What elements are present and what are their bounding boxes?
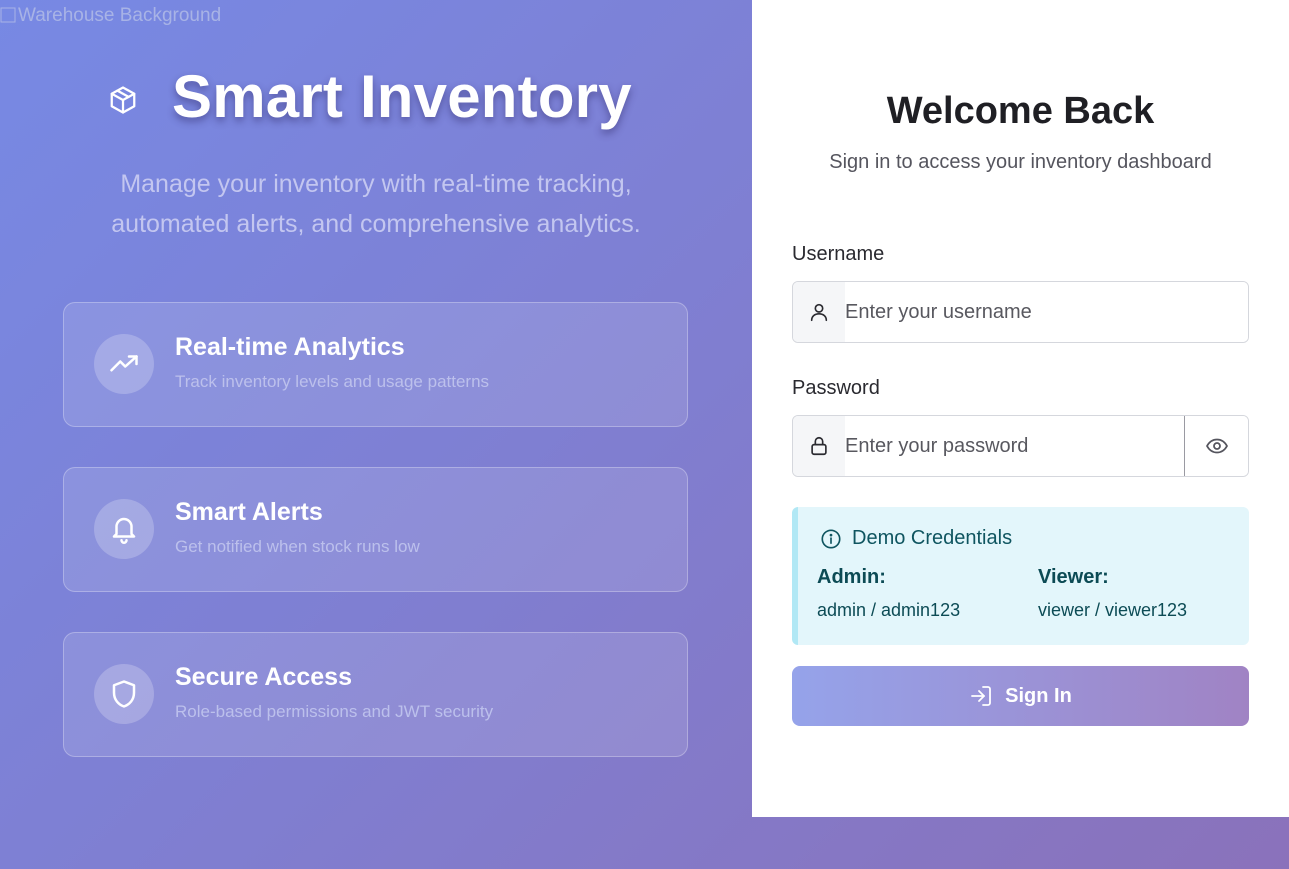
username-prefix [793,282,845,342]
background-image: Warehouse Background [0,5,221,27]
shield-icon [112,680,136,708]
password-field-group [792,415,1249,477]
broken-image-icon [0,7,16,23]
login-title: Welcome Back [886,90,1155,132]
feature-card-alerts: Smart Alerts Get notified when stock run… [63,467,688,592]
hero-subtitle-line-1: Manage your inventory with real-time tra… [120,170,632,198]
password-label: Password [792,377,880,399]
login-panel: Welcome Back Sign in to access your inve… [752,0,1289,817]
feature-title: Smart Alerts [175,498,323,526]
sign-in-label: Sign In [1005,684,1072,707]
feature-description: Track inventory levels and usage pattern… [175,372,490,391]
trending-up-icon [110,355,138,372]
lock-icon [811,436,827,456]
viewer-credentials: viewer / viewer123 [1038,600,1188,620]
sign-in-icon [971,686,992,706]
viewer-label: Viewer: [1038,566,1109,588]
sign-in-button[interactable]: Sign In [792,666,1249,726]
password-input[interactable] [845,416,1184,476]
bell-icon [112,517,136,544]
feature-description: Role-based permissions and JWT security [175,702,494,721]
feature-description: Get notified when stock runs low [175,537,420,556]
hero-header: Smart Inventory [108,62,632,131]
username-label: Username [792,243,885,265]
password-prefix [793,416,845,476]
hero-subtitle-line-2: automated alerts, and comprehensive anal… [111,210,641,238]
user-icon [810,303,828,322]
eye-icon [1205,438,1228,454]
hero-subtitle: Manage your inventory with real-time tra… [64,164,688,244]
feature-icon-badge [94,499,154,559]
demo-credentials-header: Demo Credentials [820,527,1012,550]
password-visibility-toggle[interactable] [1184,416,1248,476]
feature-icon-badge [94,664,154,724]
package-cube-icon [110,85,136,114]
background-image-alt: Warehouse Background [18,5,222,26]
demo-credentials-box: Demo Credentials Admin: admin / admin123… [792,507,1249,645]
hero-title: Smart Inventory [172,63,632,130]
feature-icon-badge [94,334,154,394]
feature-card-security: Secure Access Role-based permissions and… [63,632,688,757]
feature-title: Real-time Analytics [175,333,405,361]
login-subtitle: Sign in to access your inventory dashboa… [829,151,1212,173]
feature-card-analytics: Real-time Analytics Track inventory leve… [63,302,688,427]
username-field-group [792,281,1249,343]
username-input[interactable] [845,282,1248,342]
feature-title: Secure Access [175,663,352,691]
demo-credentials-title: Demo Credentials [852,527,1013,549]
info-circle-icon [821,528,841,549]
admin-label: Admin: [817,566,886,588]
admin-credentials: admin / admin123 [817,600,961,620]
